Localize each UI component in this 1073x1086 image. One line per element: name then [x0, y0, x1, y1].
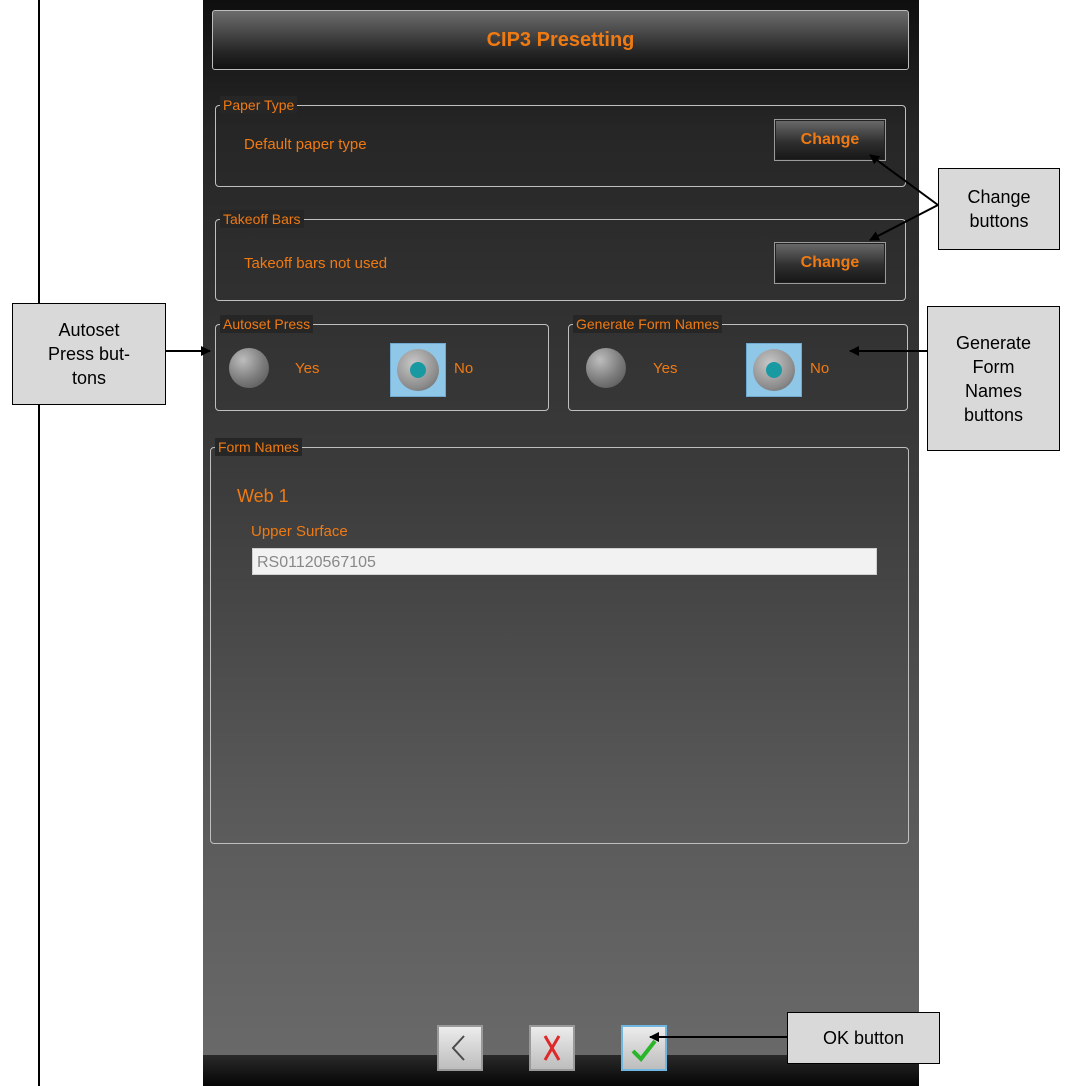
autoset-press-group: Autoset Press Yes No	[215, 315, 549, 411]
generate-form-names-yes-label[interactable]: Yes	[653, 360, 677, 377]
autoset-press-yes-radio[interactable]	[229, 348, 269, 388]
takeoff-bars-value: Takeoff bars not used	[244, 255, 388, 272]
autoset-press-legend: Autoset Press	[220, 315, 314, 333]
callout-line: buttons	[969, 211, 1029, 231]
takeoff-bars-legend: Takeoff Bars	[220, 210, 304, 228]
generate-form-names-yes-radio[interactable]	[586, 348, 626, 388]
radio-selected-dot	[766, 362, 782, 378]
x-icon	[543, 1035, 561, 1061]
form-names-group: Form Names Web 1 Upper Surface RS0112056…	[210, 438, 909, 844]
cancel-button[interactable]	[529, 1025, 575, 1071]
callout-line: buttons	[963, 404, 1024, 425]
autoset-press-no-label[interactable]: No	[454, 360, 473, 377]
ok-button[interactable]	[621, 1025, 667, 1071]
ok-button-callout: OK button	[787, 1012, 940, 1064]
callout-line: Generate	[955, 332, 1032, 353]
takeoff-bars-group: Takeoff Bars Takeoff bars not used Chang…	[215, 210, 906, 301]
paper-type-value: Default paper type	[244, 136, 367, 153]
radio-knob	[753, 349, 795, 391]
callout-line: Form	[972, 356, 1015, 377]
upper-surface-label: Upper Surface	[251, 523, 348, 540]
takeoff-bars-change-button[interactable]: Change	[774, 242, 886, 284]
generate-form-names-group: Generate Form Names Yes No	[568, 315, 908, 411]
generate-form-names-callout: Generate Form Names buttons	[927, 306, 1060, 451]
checkmark-icon	[631, 1039, 657, 1063]
autoset-press-yes-label[interactable]: Yes	[295, 360, 319, 377]
generate-form-names-no-label[interactable]: No	[810, 360, 829, 377]
callout-line: Press but-	[47, 344, 131, 364]
guide-line	[38, 0, 40, 1086]
change-buttons-callout: Change buttons	[938, 168, 1060, 250]
callout-line: Names	[964, 380, 1022, 401]
dialog-title: CIP3 Presetting	[212, 10, 909, 70]
cip3-presetting-dialog: CIP3 Presetting Paper Type Default paper…	[203, 0, 919, 1086]
paper-type-group: Paper Type Default paper type Change	[215, 96, 906, 187]
chevron-left-icon	[451, 1035, 465, 1061]
autoset-press-no-radio[interactable]	[390, 343, 446, 397]
back-button[interactable]	[437, 1025, 483, 1071]
paper-type-legend: Paper Type	[220, 96, 298, 114]
callout-line: tons	[71, 368, 107, 388]
upper-surface-input[interactable]: RS01120567105	[252, 548, 877, 575]
form-names-legend: Form Names	[215, 438, 302, 456]
callout-line: Change	[967, 187, 1031, 207]
paper-type-change-button[interactable]: Change	[774, 119, 886, 161]
callout-line: Autoset	[58, 320, 120, 340]
radio-selected-dot	[410, 362, 426, 378]
callout-line: OK button	[822, 1028, 905, 1048]
radio-knob	[397, 349, 439, 391]
generate-form-names-no-radio[interactable]	[746, 343, 802, 397]
generate-form-names-legend: Generate Form Names	[573, 315, 723, 333]
web-label: Web 1	[237, 486, 289, 506]
autoset-press-callout: Autoset Press but- tons	[12, 303, 166, 405]
